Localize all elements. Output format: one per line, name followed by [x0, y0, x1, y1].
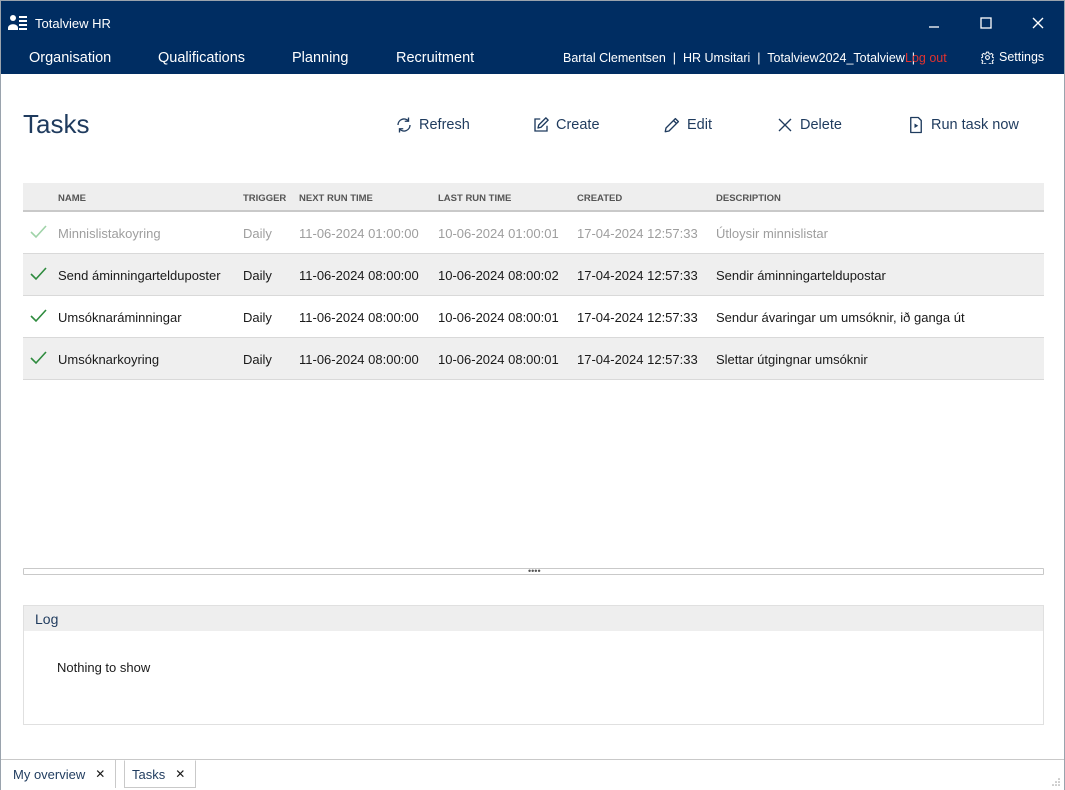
task-trigger: Daily — [243, 310, 272, 325]
gear-icon — [981, 51, 994, 64]
check-icon — [30, 309, 47, 323]
tasks-table: NAME TRIGGER NEXT RUN TIME LAST RUN TIME… — [23, 183, 1044, 380]
column-header-name[interactable]: NAME — [58, 193, 86, 204]
column-header-trigger[interactable]: TRIGGER — [243, 193, 286, 204]
x-icon — [778, 118, 792, 132]
tab-my-overview[interactable]: My overview ✕ — [1, 760, 117, 788]
table-header: NAME TRIGGER NEXT RUN TIME LAST RUN TIME… — [23, 183, 1044, 212]
column-header-created[interactable]: CREATED — [577, 193, 622, 204]
log-empty-message: Nothing to show — [57, 660, 151, 675]
create-label: Create — [556, 117, 600, 133]
task-description: Sendur ávaringar um umsóknir, ið ganga ú… — [716, 310, 965, 325]
main-navigation: Organisation Qualifications Planning Rec… — [1, 41, 1064, 74]
task-created: 17-04-2024 12:57:33 — [577, 352, 698, 367]
refresh-button[interactable]: Refresh — [395, 114, 470, 136]
nav-qualifications[interactable]: Qualifications — [158, 50, 245, 66]
task-name: Umsóknarkoyring — [58, 352, 160, 367]
task-created: 17-04-2024 12:57:33 — [577, 268, 698, 283]
task-description: Útloysir minnislistar — [716, 226, 828, 241]
tab-label: Tasks — [132, 766, 166, 782]
user-info: Bartal Clementsen | HR Umsitari | Totalv… — [563, 51, 916, 65]
column-header-description[interactable]: DESCRIPTION — [716, 193, 781, 204]
tab-tasks[interactable]: Tasks ✕ — [124, 760, 197, 788]
check-icon — [30, 225, 47, 239]
task-last-run-time: 10-06-2024 08:00:01 — [438, 352, 559, 367]
nav-organisation[interactable]: Organisation — [29, 50, 111, 66]
delete-button[interactable]: Delete — [776, 114, 842, 136]
task-next-run-time: 11-06-2024 01:00:00 — [299, 226, 419, 241]
table-row[interactable]: Umsóknaráminningar Daily 11-06-2024 08:0… — [23, 296, 1044, 338]
task-next-run-time: 11-06-2024 08:00:00 — [299, 352, 419, 367]
maximize-icon[interactable] — [976, 13, 996, 33]
task-name: Send áminningartelduposter — [58, 268, 221, 283]
logout-link[interactable]: Log out — [905, 51, 947, 65]
task-description: Sendir áminningarteldupostar — [716, 268, 886, 283]
refresh-label: Refresh — [419, 117, 470, 133]
page-title: Tasks — [23, 109, 90, 139]
task-trigger: Daily — [243, 352, 272, 367]
pencil-icon — [664, 117, 680, 133]
refresh-icon — [397, 117, 411, 133]
log-title: Log — [24, 606, 1043, 631]
edit-label: Edit — [687, 117, 712, 133]
app-title: Totalview HR — [35, 16, 111, 31]
settings-link[interactable]: Settings — [981, 50, 1044, 64]
table-row[interactable]: Send áminningartelduposter Daily 11-06-2… — [23, 254, 1044, 296]
task-name: Minnislistakoyring — [58, 226, 161, 241]
task-last-run-time: 10-06-2024 01:00:01 — [438, 226, 559, 241]
title-bar[interactable]: Totalview HR — [1, 1, 1064, 41]
task-name: Umsóknaráminningar — [58, 310, 182, 325]
app-window: Totalview HR Organisation Qualifications… — [0, 0, 1065, 790]
table-row[interactable]: Minnislistakoyring Daily 11-06-2024 01:0… — [23, 212, 1044, 254]
task-created: 17-04-2024 12:57:33 — [577, 310, 698, 325]
delete-label: Delete — [800, 117, 842, 133]
close-icon[interactable]: ✕ — [95, 767, 105, 781]
task-last-run-time: 10-06-2024 08:00:01 — [438, 310, 559, 325]
resize-grip-icon[interactable] — [1051, 777, 1061, 787]
nav-planning[interactable]: Planning — [292, 50, 348, 66]
edit-square-icon — [534, 117, 549, 132]
run-task-label: Run task now — [931, 117, 1019, 133]
edit-button[interactable]: Edit — [663, 114, 712, 136]
close-icon[interactable]: ✕ — [175, 767, 185, 781]
task-next-run-time: 11-06-2024 08:00:00 — [299, 268, 419, 283]
task-trigger: Daily — [243, 226, 272, 241]
task-next-run-time: 11-06-2024 08:00:00 — [299, 310, 419, 325]
task-description: Slettar útgingnar umsóknir — [716, 352, 868, 367]
close-icon[interactable] — [1028, 13, 1048, 33]
drag-handle-icon: •••• — [528, 566, 541, 576]
panel-splitter[interactable]: •••• — [23, 566, 1044, 576]
check-icon — [30, 351, 47, 365]
task-trigger: Daily — [243, 268, 272, 283]
check-icon — [30, 267, 47, 281]
column-header-next-run-time[interactable]: NEXT RUN TIME — [299, 193, 373, 204]
play-document-icon — [910, 116, 922, 134]
table-row[interactable]: Umsóknarkoyring Daily 11-06-2024 08:00:0… — [23, 338, 1044, 380]
document-tab-bar: My overview ✕ Tasks ✕ — [1, 759, 1064, 790]
settings-label: Settings — [999, 50, 1045, 64]
tab-label: My overview — [13, 766, 86, 782]
nav-recruitment[interactable]: Recruitment — [396, 50, 474, 66]
minimize-icon[interactable] — [924, 13, 944, 33]
person-list-icon — [8, 15, 27, 30]
log-panel: Log Nothing to show — [23, 605, 1044, 725]
create-button[interactable]: Create — [532, 114, 600, 136]
task-last-run-time: 10-06-2024 08:00:02 — [438, 268, 559, 283]
run-task-now-button[interactable]: Run task now — [907, 114, 1019, 136]
column-header-last-run-time[interactable]: LAST RUN TIME — [438, 193, 511, 204]
task-created: 17-04-2024 12:57:33 — [577, 226, 698, 241]
